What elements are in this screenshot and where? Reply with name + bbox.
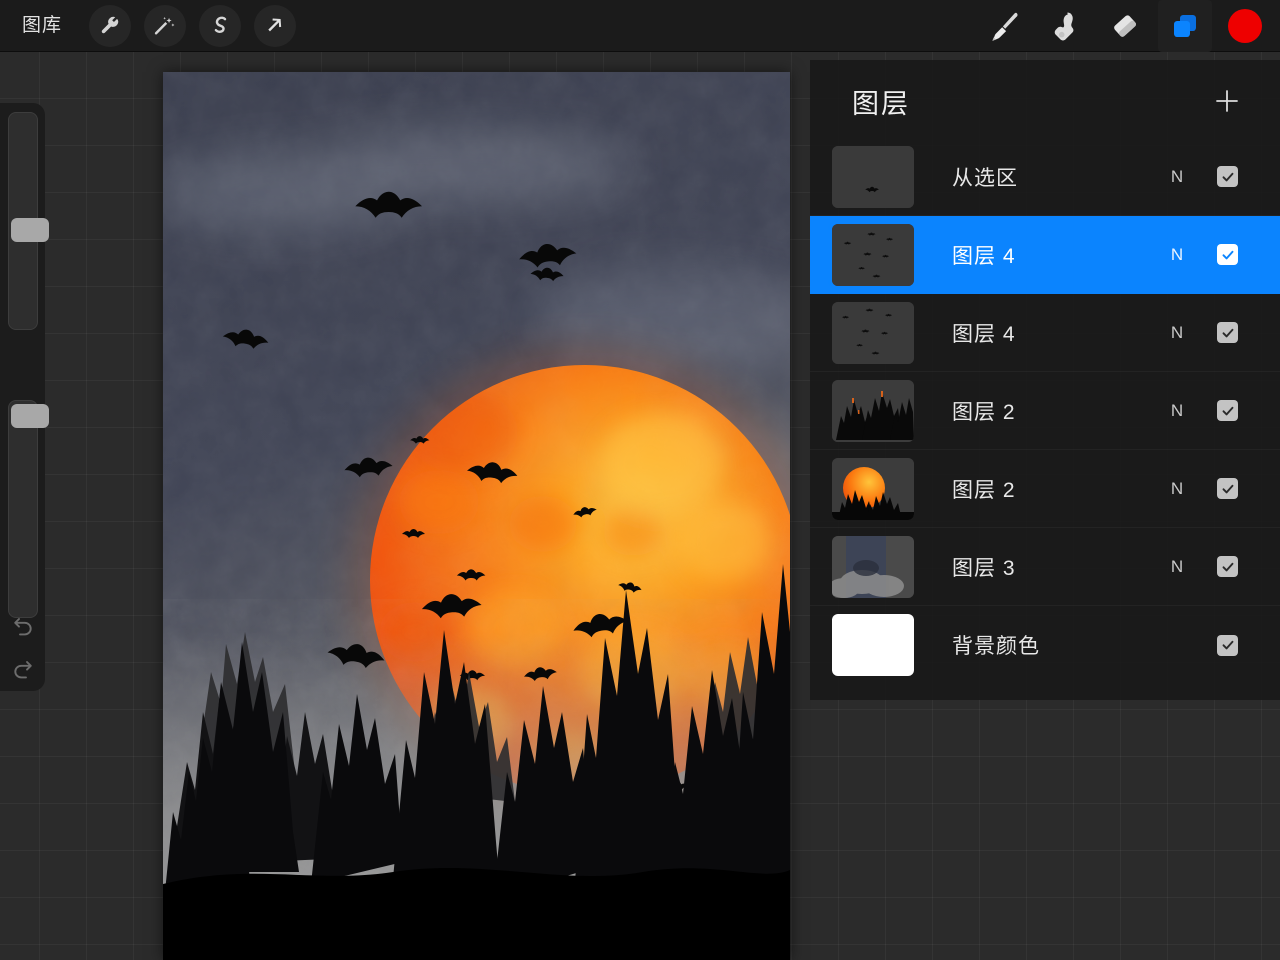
layers-stack-glyph	[1174, 15, 1196, 37]
layer-thumbnail[interactable]	[832, 379, 914, 442]
redo-icon	[14, 661, 32, 679]
thumb-clouds	[832, 535, 914, 598]
selection-icon[interactable]	[199, 5, 242, 47]
layer-blend-mode[interactable]: N	[1157, 401, 1197, 421]
layer-name: 图层 4	[952, 322, 1016, 346]
wrench-glyph	[101, 16, 119, 34]
layer-row[interactable]: 图层 4 N	[810, 294, 1280, 372]
layer-visibility-checkbox[interactable]	[1217, 166, 1238, 187]
add-layer-button[interactable]	[1212, 86, 1242, 116]
eraser-glyph	[1114, 15, 1137, 37]
color-swatch-button[interactable]	[1228, 9, 1262, 43]
background-color-thumbnail[interactable]	[832, 614, 914, 676]
transform-icon[interactable]	[254, 5, 297, 47]
plus-icon	[1216, 90, 1238, 112]
left-sidebar	[0, 103, 49, 691]
brush-size-thumb[interactable]	[11, 218, 49, 242]
layer-thumbnail[interactable]	[832, 223, 914, 286]
layers-icon[interactable]	[1158, 0, 1212, 52]
layer-name: 图层 2	[952, 400, 1016, 424]
artwork-illustration	[163, 72, 790, 960]
layer-row[interactable]: 从选区 N	[810, 138, 1280, 216]
thumb-bats-many	[832, 223, 914, 286]
layer-name: 图层 2	[952, 478, 1016, 502]
layer-visibility-checkbox[interactable]	[1217, 244, 1238, 265]
layer-name: 图层 4	[952, 244, 1016, 268]
brush-size-slider[interactable]	[8, 112, 49, 330]
thumb-moon-trees	[832, 457, 914, 520]
check-icon	[1222, 406, 1233, 415]
toolbar-right-group	[978, 0, 1280, 52]
magic-wand-glyph	[154, 17, 175, 35]
check-icon	[1222, 484, 1233, 493]
brush-opacity-slider[interactable]	[8, 400, 49, 618]
layer-thumbnail[interactable]	[832, 457, 914, 520]
layers-list: 从选区 N 图层 4 N 图层 4 N 图层 2 N 图层 2 N 图层 3 N…	[810, 138, 1280, 684]
s-curve-glyph	[214, 16, 227, 33]
layer-blend-mode[interactable]: N	[1157, 479, 1197, 499]
layers-panel-title: 图层	[852, 89, 910, 119]
layer-thumbnail[interactable]	[832, 301, 914, 364]
layers-panel-header: 图层	[810, 60, 1280, 138]
layer-visibility-checkbox[interactable]	[1217, 400, 1238, 421]
layers-panel: 图层 从选区 N 图层 4 N 图层 4 N 图层 2 N 图层 2 N 图层 …	[810, 60, 1280, 700]
brush-opacity-thumb[interactable]	[11, 404, 49, 428]
layer-row-background[interactable]: 背景颜色	[810, 606, 1280, 684]
procreate-app: 图库 图层 从选区 N 图层 4 N 图层 4 N 图层 2 N 图层 2 N …	[0, 0, 1280, 960]
layer-row[interactable]: 图层 3 N	[810, 528, 1280, 606]
paintbrush-glyph	[992, 12, 1018, 41]
layer-visibility-checkbox[interactable]	[1217, 478, 1238, 499]
brush-icon[interactable]	[978, 0, 1032, 52]
magic-wand-icon[interactable]	[144, 5, 187, 47]
layer-visibility-checkbox[interactable]	[1217, 556, 1238, 577]
arrow-up-right-glyph	[268, 18, 282, 32]
smudge-icon[interactable]	[1038, 0, 1092, 52]
redo-button[interactable]	[8, 654, 38, 684]
check-icon	[1222, 640, 1233, 650]
layer-name: 从选区	[952, 166, 1018, 190]
layer-row[interactable]: 图层 2 N	[810, 450, 1280, 528]
layer-visibility-checkbox[interactable]	[1217, 322, 1238, 343]
undo-icon	[14, 618, 32, 636]
check-icon	[1222, 562, 1233, 571]
layer-row-selected[interactable]: 图层 4 N	[810, 216, 1280, 294]
eraser-icon[interactable]	[1098, 0, 1152, 52]
undo-button[interactable]	[8, 611, 38, 641]
gallery-button[interactable]: 图库	[0, 0, 76, 52]
thumb-bats-sparse	[832, 145, 914, 208]
thumb-bats-many	[832, 301, 914, 364]
layer-row[interactable]: 图层 2 N	[810, 372, 1280, 450]
layer-blend-mode[interactable]: N	[1157, 557, 1197, 577]
check-icon	[1222, 328, 1233, 337]
top-toolbar: 图库	[0, 0, 1280, 52]
smudge-finger-glyph	[1054, 12, 1074, 41]
layer-blend-mode[interactable]: N	[1157, 167, 1197, 187]
layer-blend-mode[interactable]: N	[1157, 323, 1197, 343]
layer-thumbnail[interactable]	[832, 145, 914, 208]
toolbar-left-group: 图库	[0, 0, 297, 52]
ground	[163, 867, 790, 960]
check-icon	[1222, 172, 1233, 181]
layer-visibility-checkbox[interactable]	[1217, 634, 1238, 656]
layer-thumbnail[interactable]	[832, 535, 914, 598]
thumb-trees	[832, 379, 914, 442]
canvas[interactable]	[163, 72, 790, 960]
check-icon	[1222, 250, 1233, 259]
layer-name: 图层 3	[952, 556, 1016, 580]
layer-name: 背景颜色	[952, 635, 1040, 658]
wrench-icon[interactable]	[89, 5, 132, 47]
layer-blend-mode[interactable]: N	[1157, 245, 1197, 265]
